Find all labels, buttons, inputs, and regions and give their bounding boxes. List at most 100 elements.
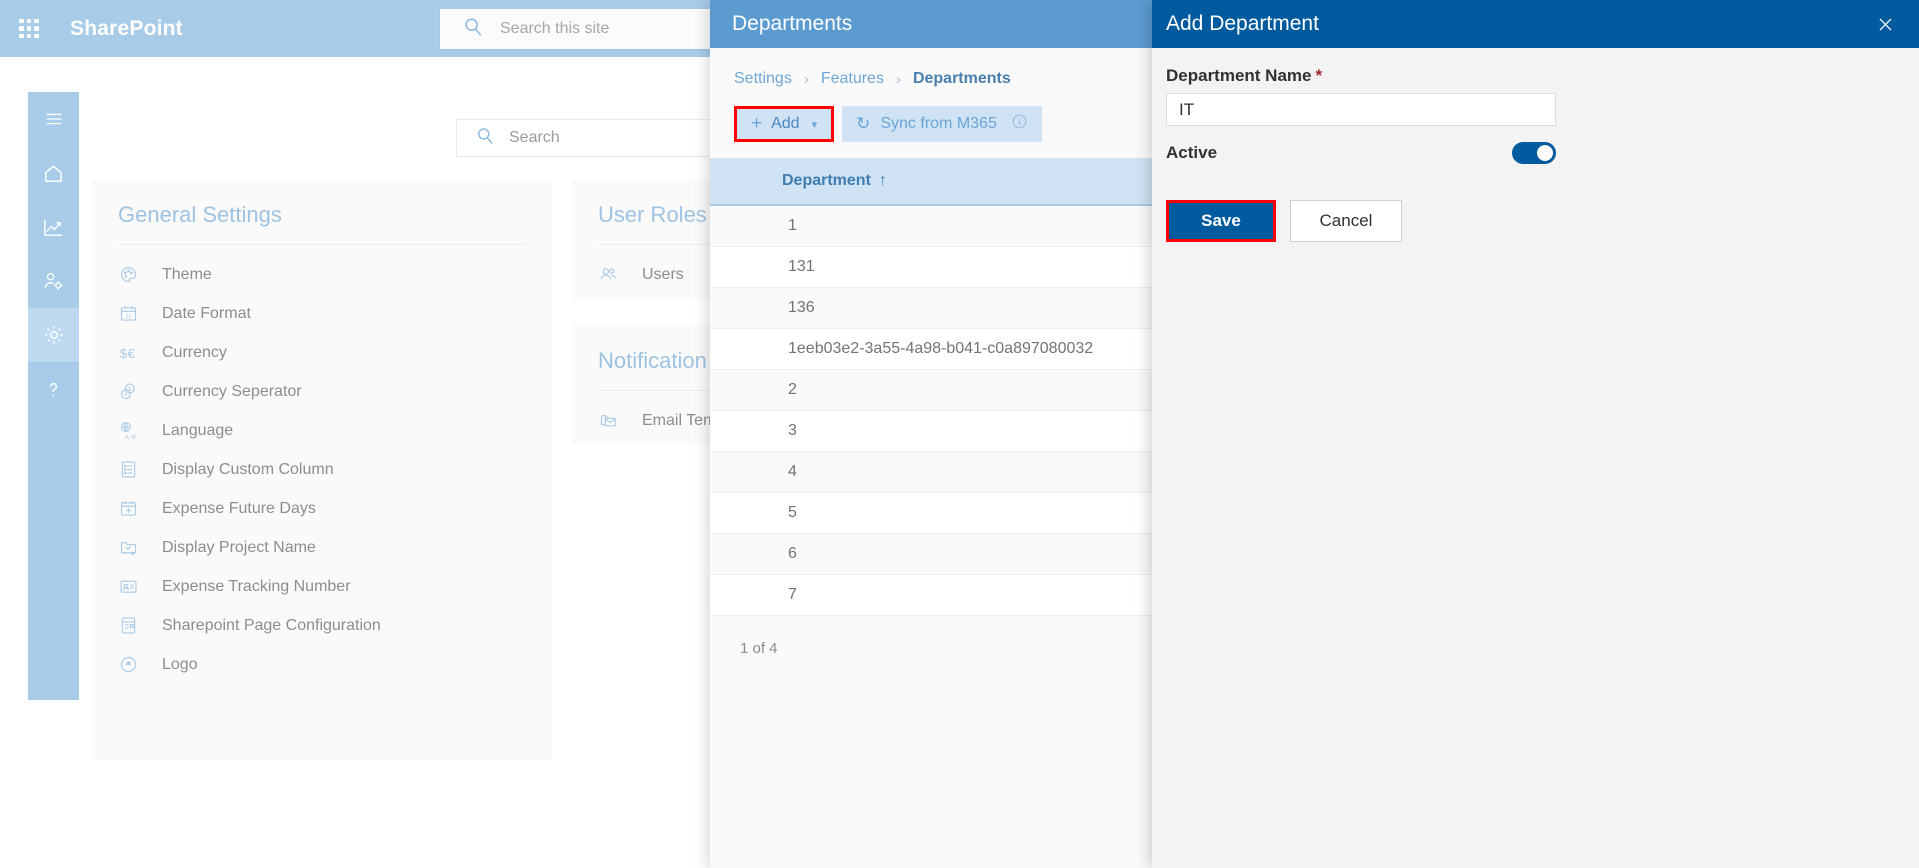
rail-item-home[interactable]	[28, 146, 79, 200]
department-name-input[interactable]	[1166, 93, 1556, 126]
plus-icon: +	[751, 113, 763, 134]
active-toggle-row: Active	[1166, 142, 1556, 164]
add-department-title: Add Department	[1166, 12, 1319, 35]
form-actions: Save Cancel	[1166, 200, 1903, 242]
list-document-icon	[118, 459, 148, 480]
rail-item-reports[interactable]	[28, 200, 79, 254]
setting-item-display-project-name[interactable]: Display Project Name	[118, 528, 526, 567]
hamburger-icon	[43, 108, 65, 130]
setting-label: Expense Tracking Number	[162, 577, 351, 595]
add-department-header: Add Department	[1152, 0, 1919, 48]
setting-label: Display Project Name	[162, 538, 316, 556]
setting-item-expense-future-days[interactable]: Expense Future Days	[118, 489, 526, 528]
setting-label: Currency	[162, 343, 227, 361]
breadcrumb-item-settings[interactable]: Settings	[734, 70, 792, 88]
table-row[interactable]: 1eeb03e2-3a55-4a98-b041-c0a897080032	[710, 329, 1152, 370]
setting-label: Language	[162, 421, 234, 439]
card-general-settings: General Settings Theme 21 Date Format $ …	[92, 180, 552, 760]
table-row[interactable]: 7	[710, 575, 1152, 616]
sort-ascending-icon: ↑	[878, 172, 887, 189]
departments-panel-header: Departments	[710, 0, 1152, 48]
rail-item-menu[interactable]	[28, 92, 79, 146]
required-marker: *	[1315, 66, 1323, 85]
left-nav-rail	[28, 92, 79, 700]
setting-label: Expense Future Days	[162, 499, 316, 517]
page-config-icon	[118, 615, 148, 636]
rail-item-help[interactable]	[28, 362, 79, 416]
id-card-icon	[118, 576, 148, 597]
sharepoint-brand[interactable]: SharePoint	[70, 17, 183, 41]
cell-department: 4	[788, 463, 797, 480]
sync-from-m365-button[interactable]: ↻ Sync from M365	[842, 106, 1042, 142]
svg-text:$: $	[120, 346, 128, 361]
calendar-21-icon: 21	[118, 303, 148, 324]
user-settings-icon	[42, 270, 65, 293]
add-department-panel: Add Department Department Name* Active S…	[1152, 0, 1919, 868]
setting-label: Email Tem	[642, 411, 717, 429]
search-icon	[462, 16, 484, 43]
gear-icon	[42, 323, 66, 347]
add-department-form: Department Name* Active Save Cancel	[1152, 48, 1919, 242]
table-row[interactable]: 6	[710, 534, 1152, 575]
column-header-label: Department	[782, 172, 871, 189]
svg-text:€: €	[128, 346, 136, 361]
info-circle-icon[interactable]	[1011, 113, 1028, 135]
svg-text:¥: ¥	[124, 392, 127, 398]
table-row[interactable]: 3	[710, 411, 1152, 452]
cell-department: 1eeb03e2-3a55-4a98-b041-c0a897080032	[788, 340, 1094, 357]
setting-label: Logo	[162, 655, 198, 673]
table-row[interactable]: 131	[710, 247, 1152, 288]
translate-icon: A 中	[118, 420, 148, 441]
setting-label: Date Format	[162, 304, 251, 322]
table-row[interactable]: 2	[710, 370, 1152, 411]
column-header-department[interactable]: Department ↑	[782, 172, 887, 190]
departments-command-bar: + Add ▾ ↻ Sync from M365	[734, 106, 1152, 142]
setting-item-sharepoint-page-configuration[interactable]: Sharepoint Page Configuration	[118, 606, 526, 645]
setting-item-display-custom-column[interactable]: Display Custom Column	[118, 450, 526, 489]
active-label: Active	[1166, 143, 1218, 162]
setting-item-logo[interactable]: Logo	[118, 645, 526, 684]
svg-text:21: 21	[126, 314, 132, 320]
app-root: SharePoint Search this site Search Gener…	[0, 0, 1919, 868]
app-launcher-icon[interactable]	[16, 16, 42, 42]
breadcrumb: Settings › Features › Departments	[734, 70, 1152, 88]
add-button[interactable]: + Add ▾	[734, 106, 835, 142]
setting-item-expense-tracking-number[interactable]: Expense Tracking Number	[118, 567, 526, 606]
department-name-label-text: Department Name	[1166, 66, 1312, 85]
setting-item-currency[interactable]: $ € Currency	[118, 333, 526, 372]
setting-label: Sharepoint Page Configuration	[162, 616, 381, 634]
chevron-right-icon: ›	[803, 70, 809, 88]
breadcrumb-item-features[interactable]: Features	[821, 70, 884, 88]
logo-badge-icon	[118, 654, 148, 675]
active-toggle[interactable]	[1512, 142, 1556, 164]
setting-item-date-format[interactable]: 21 Date Format	[118, 294, 526, 333]
department-name-label: Department Name *	[1166, 66, 1903, 86]
setting-item-currency-seperator[interactable]: $ ¥ Currency Seperator	[118, 372, 526, 411]
svg-text:$: $	[128, 387, 131, 393]
sync-button-label: Sync from M365	[880, 115, 997, 132]
setting-item-theme[interactable]: Theme	[118, 255, 526, 294]
table-row[interactable]: 5	[710, 493, 1152, 534]
table-header-row: Department ↑	[710, 158, 1152, 206]
table-row[interactable]: 136	[710, 288, 1152, 329]
setting-label: Users	[642, 265, 684, 283]
card-title-general-settings: General Settings	[118, 202, 526, 245]
table-row[interactable]: 1	[710, 206, 1152, 247]
departments-table: Department ↑ 1 131 136 1eeb03e2-3a55-4a98…	[710, 158, 1152, 657]
setting-label: Currency Seperator	[162, 382, 302, 400]
rail-item-user-management[interactable]	[28, 254, 79, 308]
setting-item-language[interactable]: A 中 Language	[118, 411, 526, 450]
cell-department: 3	[788, 422, 797, 439]
cancel-button[interactable]: Cancel	[1290, 200, 1402, 242]
cell-department: 6	[788, 545, 797, 562]
cell-department: 2	[788, 381, 797, 398]
setting-label: Display Custom Column	[162, 460, 334, 478]
save-button[interactable]: Save	[1166, 200, 1276, 242]
table-row[interactable]: 4	[710, 452, 1152, 493]
svg-text:A: A	[125, 434, 130, 441]
rail-item-settings[interactable]	[28, 308, 79, 362]
chevron-down-icon[interactable]: ▾	[812, 118, 818, 131]
departments-panel: Departments Settings › Features › Depart…	[710, 0, 1152, 868]
close-icon[interactable]	[1871, 10, 1899, 38]
cell-department: 5	[788, 504, 797, 521]
